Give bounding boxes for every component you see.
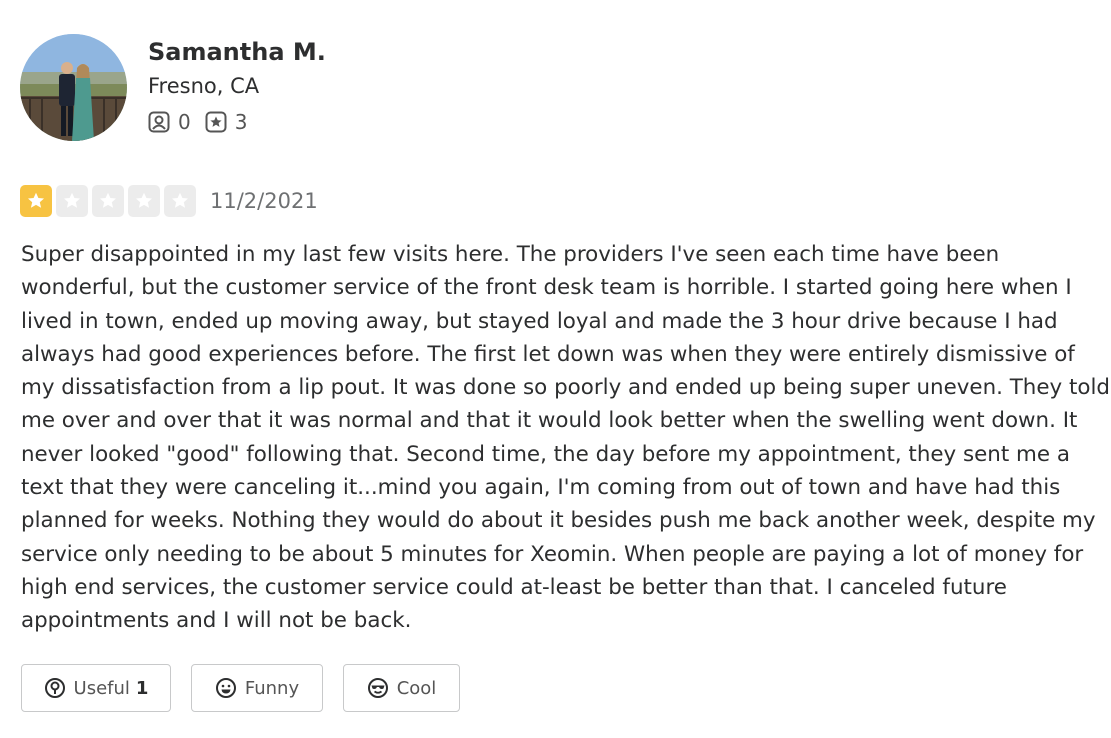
useful-button[interactable]: Useful 1: [21, 664, 171, 712]
star-empty-icon: [128, 185, 160, 217]
cool-sunglasses-icon: [367, 678, 388, 698]
funny-face-icon: [215, 678, 236, 698]
review-text: Super disappointed in my last few visits…: [21, 242, 1110, 634]
cool-label: Cool: [396, 677, 437, 699]
avatar-photo-icon: [20, 34, 127, 141]
rating-row: 11/2/2021: [20, 185, 318, 217]
review-date: 11/2/2021: [210, 189, 318, 213]
user-location: Fresno, CA: [148, 74, 260, 98]
reviews-star-icon: [205, 111, 227, 133]
cool-button[interactable]: Cool: [343, 664, 460, 712]
user-stats: 0 3: [148, 110, 548, 134]
user-name[interactable]: Samantha M.: [148, 36, 548, 68]
review-actions: Useful 1 Funny Cool: [21, 664, 480, 712]
friends-stat: 0: [148, 110, 191, 134]
star-filled-icon: [20, 185, 52, 217]
useful-count: 1: [135, 677, 149, 699]
avatar[interactable]: [20, 34, 127, 141]
friends-icon: [148, 111, 170, 133]
star-empty-icon: [56, 185, 88, 217]
reviews-count: 3: [234, 110, 248, 134]
lightbulb-icon: [44, 678, 65, 698]
star-rating: [20, 185, 200, 217]
user-info: Samantha M. Fresno, CA 0 3: [148, 36, 548, 134]
funny-button[interactable]: Funny: [191, 664, 323, 712]
useful-label: Useful: [73, 677, 130, 699]
star-empty-icon: [164, 185, 196, 217]
friends-count: 0: [178, 110, 191, 134]
star-empty-icon: [92, 185, 124, 217]
funny-label: Funny: [244, 677, 300, 699]
reviews-stat: 3: [205, 110, 248, 134]
